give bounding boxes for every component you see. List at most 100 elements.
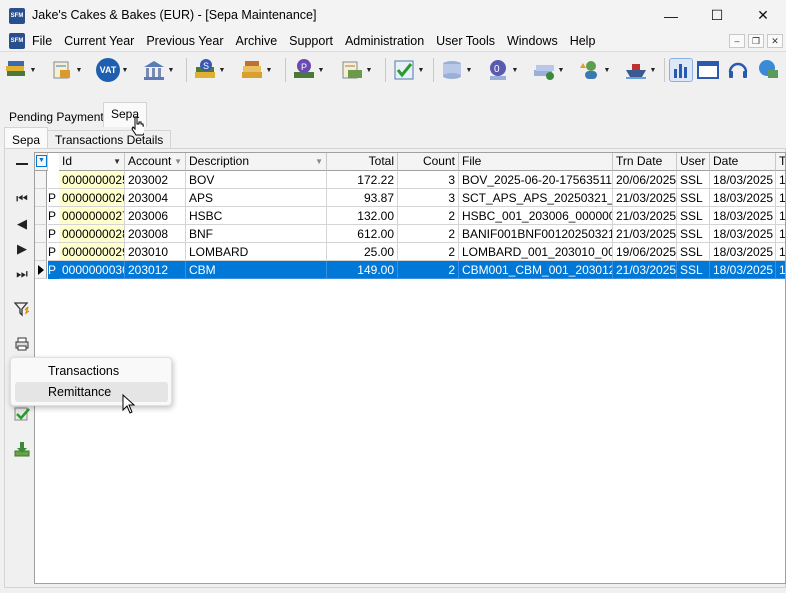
table-row[interactable]: P 0000000028 203008 BNF 612.00 2 BANIF001BNF00… xyxy=(35,225,785,243)
cell-account[interactable]: 203002 xyxy=(125,171,186,189)
table-row[interactable]: P 0000000029 203010 LOMBARD 25.00 2 LOMBARD_00… xyxy=(35,243,785,261)
cell-user[interactable]: SSL xyxy=(677,243,710,261)
cell-description[interactable]: HSBC xyxy=(186,207,327,225)
filter-button[interactable] xyxy=(13,300,31,318)
network-button[interactable] xyxy=(756,57,780,83)
column-header-count[interactable]: Count xyxy=(398,153,459,171)
cell-user[interactable]: SSL xyxy=(677,225,710,243)
table-row[interactable]: 0000000025 203002 BOV 172.22 3 BOV_2025-06-20… xyxy=(35,171,785,189)
cell-ti[interactable]: 13 xyxy=(776,207,785,225)
column-header-id[interactable]: Id ▼ xyxy=(59,153,125,171)
cell-count[interactable]: 2 xyxy=(398,225,459,243)
cell-date[interactable]: 18/03/2025 xyxy=(710,207,776,225)
cell-account[interactable]: 203004 xyxy=(125,189,186,207)
menu-windows[interactable]: Windows xyxy=(501,31,564,51)
books-button[interactable]: ▼ xyxy=(4,57,38,83)
menu-item-transactions[interactable]: Transactions xyxy=(15,361,168,381)
cell-ti[interactable]: 13 xyxy=(776,261,785,279)
row-indicator[interactable] xyxy=(35,207,47,225)
cell-trn-date[interactable]: 21/03/2025 xyxy=(613,261,677,279)
download-button[interactable] xyxy=(13,440,31,458)
cell-id[interactable]: 0000000028 xyxy=(59,225,125,243)
cell-count[interactable]: 2 xyxy=(398,207,459,225)
cell-id[interactable]: 0000000025 xyxy=(59,171,125,189)
ship-button[interactable]: ▼ xyxy=(624,57,658,83)
layers-button[interactable]: ▼ xyxy=(532,57,566,83)
cell-total[interactable]: 25.00 xyxy=(327,243,398,261)
cell-total[interactable]: 172.22 xyxy=(327,171,398,189)
chevron-down-icon[interactable]: ▼ xyxy=(602,58,612,82)
cell-description[interactable]: BNF xyxy=(186,225,327,243)
menu-file[interactable]: File xyxy=(26,31,58,51)
cell-date[interactable]: 18/03/2025 xyxy=(710,189,776,207)
chevron-down-icon[interactable]: ▼ xyxy=(364,58,374,82)
cell-account[interactable]: 203008 xyxy=(125,225,186,243)
reports-button[interactable]: ▼ xyxy=(340,57,374,83)
cell-trn-date[interactable]: 21/03/2025 xyxy=(613,207,677,225)
cell-count[interactable]: 2 xyxy=(398,261,459,279)
cell-description[interactable]: CBM xyxy=(186,261,327,279)
cell-description[interactable]: BOV xyxy=(186,171,327,189)
cell-account[interactable]: 203006 xyxy=(125,207,186,225)
menu-item-remittance[interactable]: Remittance xyxy=(15,382,168,402)
cell-count[interactable]: 3 xyxy=(398,171,459,189)
column-header-account[interactable]: Account ▼ xyxy=(125,153,186,171)
cell-file[interactable]: CBM001_CBM_001_203012_00 xyxy=(459,261,613,279)
grid-corner[interactable]: ▼ xyxy=(35,153,48,171)
row-indicator[interactable] xyxy=(35,225,47,243)
cell-description[interactable]: APS xyxy=(186,189,327,207)
approve-button[interactable]: ▼ xyxy=(392,57,426,83)
bank-button[interactable]: ▼ xyxy=(142,57,176,83)
table-row[interactable]: P 0000000030 203012 CBM 149.00 2 CBM001_CBM_00… xyxy=(35,261,785,279)
next-record-button[interactable]: ▶ xyxy=(13,240,31,258)
cell-description[interactable]: LOMBARD xyxy=(186,243,327,261)
cell-user[interactable]: SSL xyxy=(677,171,710,189)
mdi-restore-button[interactable]: ❐ xyxy=(748,34,764,48)
cell-total[interactable]: 132.00 xyxy=(327,207,398,225)
headset-button[interactable] xyxy=(726,57,750,83)
chevron-down-icon[interactable]: ▼ xyxy=(464,58,474,82)
cell-file[interactable]: BOV_2025-06-20-175635110_E xyxy=(459,171,613,189)
subtab-transactions-details[interactable]: Transactions Details xyxy=(47,130,172,148)
chevron-down-icon[interactable]: ▼ xyxy=(316,58,326,82)
ledger-button[interactable]: ▼ xyxy=(50,57,84,83)
column-header-description[interactable]: Description ▼ xyxy=(186,153,327,171)
chevron-down-icon[interactable]: ▼ xyxy=(28,58,38,82)
cell-total[interactable]: 149.00 xyxy=(327,261,398,279)
cell-ti[interactable]: 13 xyxy=(776,189,785,207)
cell-id[interactable]: 0000000027 xyxy=(59,207,125,225)
chevron-down-icon[interactable]: ▼ xyxy=(510,58,520,82)
cell-trn-date[interactable]: 19/06/2025 xyxy=(613,243,677,261)
options-button[interactable]: 0 ▼ xyxy=(486,57,520,83)
sales-button[interactable]: S ▼ xyxy=(193,57,227,83)
column-header-date[interactable]: Date xyxy=(710,153,776,171)
cell-count[interactable]: 2 xyxy=(398,243,459,261)
menu-help[interactable]: Help xyxy=(564,31,602,51)
check-button[interactable] xyxy=(13,405,31,423)
chevron-down-icon[interactable]: ▼ xyxy=(264,58,274,82)
last-record-button[interactable]: ⏭ xyxy=(13,265,31,283)
cell-file[interactable]: SCT_APS_APS_20250321_CIF_ xyxy=(459,189,613,207)
cell-account[interactable]: 203010 xyxy=(125,243,186,261)
table-row[interactable]: P 0000000026 203004 APS 93.87 3 SCT_APS_APS_20… xyxy=(35,189,785,207)
column-header-file[interactable]: File xyxy=(459,153,613,171)
vat-button[interactable]: VAT ▼ xyxy=(96,57,130,83)
cell-date[interactable]: 18/03/2025 xyxy=(710,261,776,279)
cell-id[interactable]: 0000000026 xyxy=(59,189,125,207)
row-indicator[interactable] xyxy=(35,189,47,207)
menu-current-year[interactable]: Current Year xyxy=(58,31,140,51)
column-header-total[interactable]: Total xyxy=(327,153,398,171)
chevron-down-icon[interactable]: ▼ xyxy=(416,58,426,82)
chevron-down-icon[interactable]: ▼ xyxy=(556,58,566,82)
cell-date[interactable]: 18/03/2025 xyxy=(710,225,776,243)
menu-user-tools[interactable]: User Tools xyxy=(430,31,501,51)
print-button[interactable] xyxy=(13,335,31,353)
menu-archive[interactable]: Archive xyxy=(229,31,283,51)
chevron-down-icon[interactable]: ▼ xyxy=(217,58,227,82)
column-header-trn-date[interactable]: Trn Date xyxy=(613,153,677,171)
column-header-user[interactable]: User xyxy=(677,153,710,171)
delete-record-button[interactable] xyxy=(13,155,31,173)
user-add-button[interactable]: ▼ xyxy=(578,57,612,83)
close-button[interactable]: ✕ xyxy=(740,0,786,31)
cell-trn-date[interactable]: 21/03/2025 xyxy=(613,189,677,207)
